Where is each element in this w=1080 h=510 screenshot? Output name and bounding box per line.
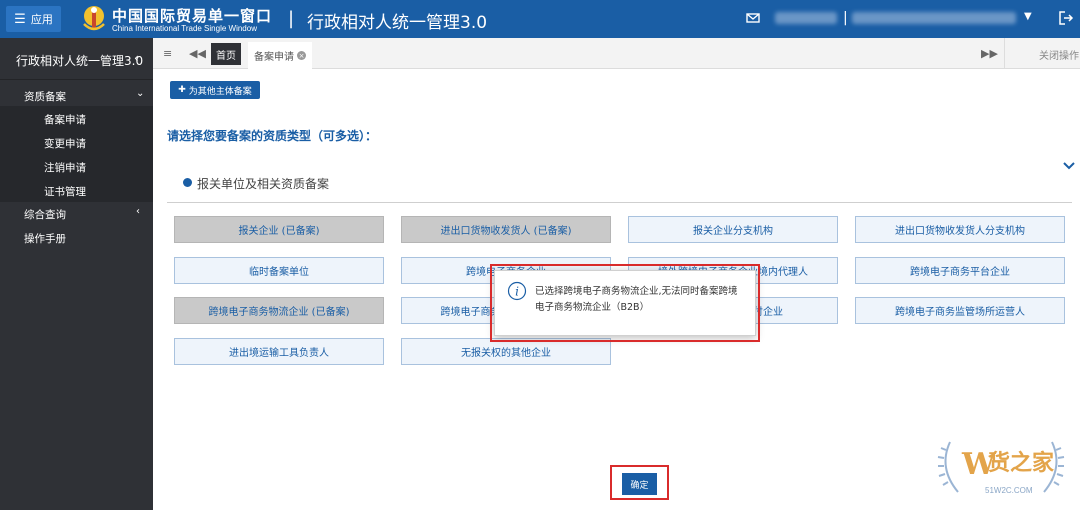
option-cbec-site-operator[interactable]: 跨境电子商务监管场所运营人 (855, 297, 1065, 324)
tab-label: 备案申请 (254, 52, 294, 63)
plus-icon: ✚ (178, 85, 189, 95)
system-title: 行政相对人统一管理3.0 (307, 13, 488, 33)
sidebar: 行政相对人统一管理3.0 ‹ 资质备案 ⌄ 备案申请 变更申请 注销申请 证书管… (0, 38, 153, 510)
customs-emblem-icon (83, 6, 105, 31)
option-transport-operator[interactable]: 进出境运输工具负责人 (174, 338, 384, 365)
button-label: 为其他主体备案 (188, 86, 252, 97)
option-broker-branch[interactable]: 报关企业分支机构 (628, 216, 838, 243)
sidebar-group-label: 操作手册 (24, 233, 66, 245)
section-header: 报关单位及相关资质备案 (167, 165, 1072, 203)
sidebar-item-filing-apply[interactable]: 备案申请 (0, 106, 153, 130)
option-no-declaration-right[interactable]: 无报关权的其他企业 (401, 338, 611, 365)
tab-ops: ▶▶ 关闭操作 (981, 38, 1080, 68)
chevron-down-icon: ⌄ (136, 88, 145, 99)
option-cbec-logistics[interactable]: 跨境电子商务物流企业 (已备案) (174, 297, 384, 324)
option-consignee-branch[interactable]: 进出口货物收发货人分支机构 (855, 216, 1065, 243)
sidebar-group-qualification[interactable]: 资质备案 ⌄ (0, 84, 153, 106)
chevron-left-icon[interactable]: ‹ (134, 51, 139, 65)
header-divider: | (843, 10, 848, 26)
watermark-subtext: 51W2C.COM (985, 486, 1033, 495)
highlight-frame-popup (490, 264, 760, 342)
file-for-other-entity-button[interactable]: ✚ 为其他主体备案 (170, 81, 260, 99)
redacted-username (775, 12, 837, 24)
highlight-frame-confirm (610, 465, 669, 500)
chevron-left-icon: ‹ (136, 206, 140, 217)
tab-filing-apply[interactable]: 备案申请 × (248, 42, 312, 69)
mail-icon[interactable] (746, 11, 760, 25)
brand-subtitle: China International Trade Single Window (112, 24, 257, 33)
chevron-down-icon[interactable]: ▼ (1024, 11, 1032, 22)
sidebar-group-manual[interactable]: 操作手册 (0, 226, 153, 248)
selection-prompt: 请选择您要备案的资质类型（可多选）： (167, 129, 378, 143)
forward-icon[interactable]: ▶▶ (981, 47, 998, 60)
sidebar-group-query[interactable]: 综合查询 ‹ (0, 202, 153, 224)
sidebar-item-cancel-apply[interactable]: 注销申请 (0, 154, 153, 178)
tab-bar: ≡ ◀◀ 首页 备案申请 × ▶▶ 关闭操作 (153, 38, 1080, 69)
option-cbec-platform[interactable]: 跨境电子商务平台企业 (855, 257, 1065, 284)
sidebar-item-certificate[interactable]: 证书管理 (0, 178, 153, 202)
hamburger-icon[interactable]: ≡ (163, 47, 172, 60)
sidebar-group-label: 资质备案 (24, 91, 66, 103)
option-consignee[interactable]: 进出口货物收发货人 (已备案) (401, 216, 611, 243)
app-menu-button[interactable]: ☰ 应用 (6, 6, 61, 32)
header-separator: | (288, 8, 295, 29)
top-header: ☰ 应用 中国国际贸易单一窗口 China International Trad… (0, 0, 1080, 38)
backward-icon[interactable]: ◀◀ (189, 47, 206, 60)
logout-icon[interactable] (1058, 10, 1074, 26)
redacted-company[interactable] (852, 12, 1016, 24)
close-ops-button[interactable]: 关闭操作 (1039, 47, 1079, 62)
sidebar-title[interactable]: 行政相对人统一管理3.0 ‹ (0, 38, 153, 80)
watermark-text: 货之家 (988, 450, 1055, 476)
bullet-icon (183, 178, 192, 187)
sidebar-group-label: 综合查询 (24, 209, 66, 221)
sidebar-item-change-apply[interactable]: 变更申请 (0, 130, 153, 154)
section-title: 报关单位及相关资质备案 (197, 177, 330, 191)
tab-home[interactable]: 首页 (211, 43, 241, 65)
hamburger-icon: ☰ (14, 11, 26, 27)
close-icon[interactable]: × (297, 51, 306, 60)
sidebar-title-label: 行政相对人统一管理3.0 (16, 54, 144, 68)
brand-title: 中国国际贸易单一窗口 (112, 7, 273, 25)
option-temporary-unit[interactable]: 临时备案单位 (174, 257, 384, 284)
option-customs-broker[interactable]: 报关企业 (已备案) (174, 216, 384, 243)
app-menu-label: 应用 (30, 13, 53, 26)
